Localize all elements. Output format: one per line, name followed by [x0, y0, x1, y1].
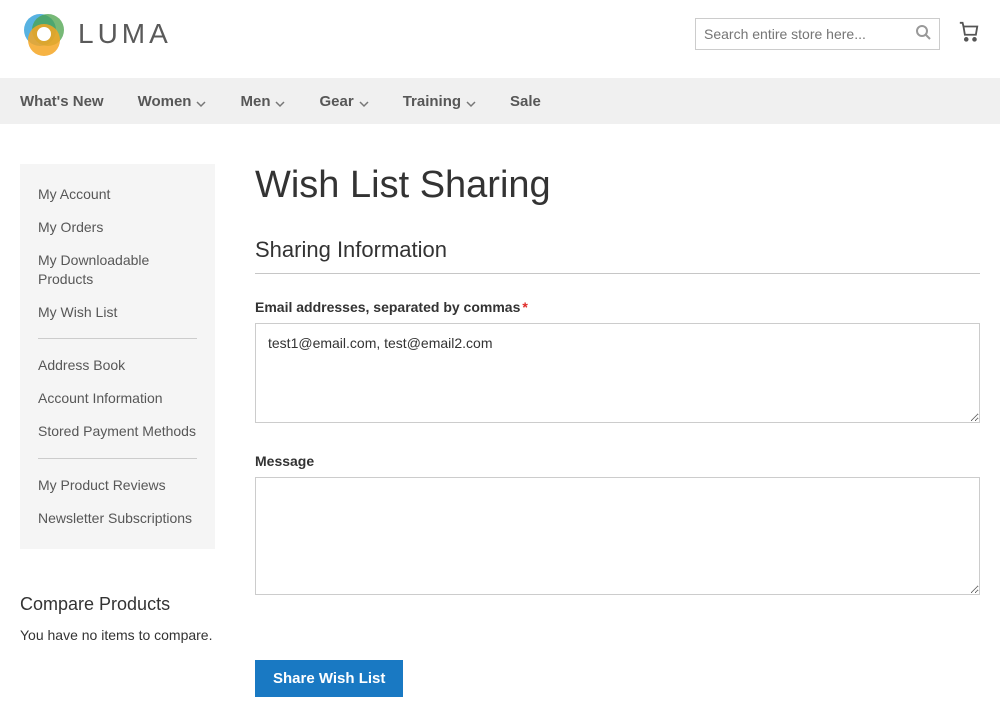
main-content: Wish List Sharing Sharing Information Em… [255, 164, 980, 697]
sidebar-item-stored-payment[interactable]: Stored Payment Methods [38, 415, 197, 448]
divider [38, 458, 197, 459]
sidebar-item-my-downloadable[interactable]: My Downloadable Products [38, 244, 197, 296]
chevron-down-icon [196, 96, 206, 106]
emails-textarea[interactable]: test1@email.com, test@email2.com [255, 323, 980, 423]
required-mark: * [522, 299, 527, 315]
nav-women[interactable]: Women [138, 93, 207, 110]
page-header: LUMA [0, 0, 1000, 78]
chevron-down-icon [466, 96, 476, 106]
main-nav: What's New Women Men Gear Training Sale [0, 78, 1000, 124]
compare-title: Compare Products [20, 594, 215, 615]
nav-label: Gear [319, 93, 353, 110]
divider [38, 338, 197, 339]
logo-icon [20, 10, 68, 58]
chevron-down-icon [359, 96, 369, 106]
sidebar-item-product-reviews[interactable]: My Product Reviews [38, 469, 197, 502]
sidebar: My Account My Orders My Downloadable Pro… [20, 164, 215, 643]
section-title: Sharing Information [255, 237, 980, 274]
page-body: My Account My Orders My Downloadable Pro… [0, 124, 1000, 717]
emails-field: Email addresses, separated by commas* te… [255, 299, 980, 428]
message-textarea[interactable] [255, 477, 980, 595]
search-icon[interactable] [915, 24, 931, 45]
message-field: Message [255, 453, 980, 600]
message-label: Message [255, 453, 980, 469]
nav-men[interactable]: Men [240, 93, 285, 110]
nav-label: Men [240, 93, 270, 110]
nav-label: What's New [20, 93, 104, 110]
emails-label: Email addresses, separated by commas* [255, 299, 980, 315]
cart-icon[interactable] [958, 21, 980, 48]
sidebar-item-my-orders[interactable]: My Orders [38, 211, 197, 244]
compare-products-block: Compare Products You have no items to co… [20, 594, 215, 643]
search-input[interactable] [704, 26, 915, 42]
nav-whats-new[interactable]: What's New [20, 93, 104, 110]
sidebar-item-address-book[interactable]: Address Book [38, 349, 197, 382]
sidebar-item-my-account[interactable]: My Account [38, 178, 197, 211]
logo[interactable]: LUMA [20, 10, 172, 58]
nav-label: Training [403, 93, 461, 110]
page-title: Wish List Sharing [255, 164, 980, 207]
share-wish-list-button[interactable]: Share Wish List [255, 660, 403, 697]
sidebar-item-my-wish-list[interactable]: My Wish List [38, 296, 197, 329]
nav-label: Sale [510, 93, 541, 110]
label-text: Email addresses, separated by commas [255, 299, 520, 315]
nav-gear[interactable]: Gear [319, 93, 368, 110]
header-tools [695, 18, 980, 50]
nav-training[interactable]: Training [403, 93, 476, 110]
search-box[interactable] [695, 18, 940, 50]
nav-label: Women [138, 93, 192, 110]
compare-empty-text: You have no items to compare. [20, 627, 215, 643]
sidebar-item-account-info[interactable]: Account Information [38, 382, 197, 415]
chevron-down-icon [275, 96, 285, 106]
sidebar-item-newsletter[interactable]: Newsletter Subscriptions [38, 502, 197, 535]
nav-sale[interactable]: Sale [510, 93, 541, 110]
account-nav: My Account My Orders My Downloadable Pro… [20, 164, 215, 549]
logo-text: LUMA [78, 18, 172, 50]
